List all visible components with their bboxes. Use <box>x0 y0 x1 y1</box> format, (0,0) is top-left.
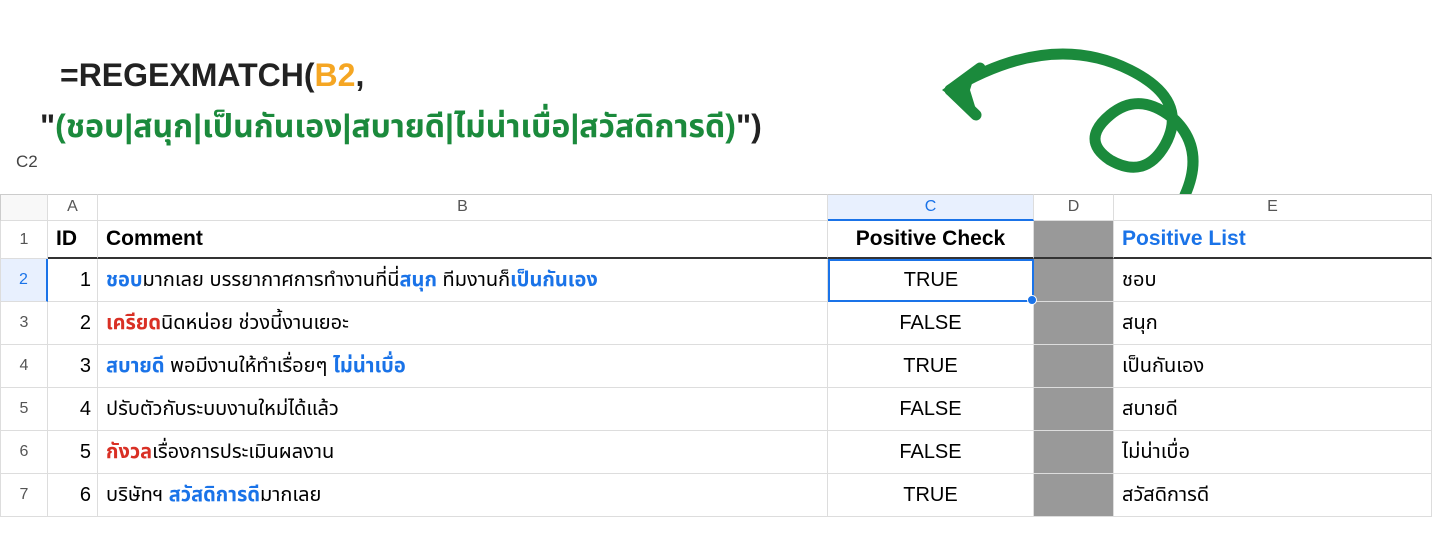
spreadsheet[interactable]: A B C D E 1 ID Comment Positive Check Po… <box>0 194 1432 517</box>
regex-pattern: (ชอบ|สนุก|เป็นกันเอง|สบายดี|ไม่น่าเบื่อ|… <box>55 101 736 152</box>
header-col-d[interactable] <box>1034 221 1114 259</box>
row-header[interactable]: 6 <box>0 431 48 474</box>
positive-word: ไม่น่าเบื่อ <box>333 351 406 381</box>
plain-text: มากเลย <box>260 480 321 510</box>
col-header-e[interactable]: E <box>1114 194 1432 221</box>
plain-text: บริษัทฯ <box>106 480 169 510</box>
close-paren: ) <box>751 101 762 152</box>
negative-word: กังวล <box>106 437 152 467</box>
cell-reference: B2 <box>315 50 356 101</box>
cell-id[interactable]: 4 <box>48 388 98 431</box>
positive-word: สนุก <box>400 265 437 295</box>
cell-positive-list[interactable]: สวัสดิการดี <box>1114 474 1432 517</box>
plain-text: มากเลย บรรยากาศการทำงานที่นี่ <box>143 265 400 295</box>
row-header[interactable]: 5 <box>0 388 48 431</box>
table-row: 76บริษัทฯ สวัสดิการดีมากเลยTRUEสวัสดิการ… <box>0 474 1432 517</box>
cell-col-d[interactable] <box>1034 259 1114 302</box>
open-quote: " <box>40 101 55 152</box>
cell-positive-check[interactable]: TRUE <box>828 345 1034 388</box>
formula-display: = REGEXMATCH( B2 , " (ชอบ|สนุก|เป็นกันเอ… <box>60 50 762 152</box>
cell-positive-list[interactable]: ไม่น่าเบื่อ <box>1114 431 1432 474</box>
row-header-1[interactable]: 1 <box>0 221 48 259</box>
row-header[interactable]: 3 <box>0 302 48 345</box>
positive-word: ชอบ <box>106 265 143 295</box>
cell-id[interactable]: 5 <box>48 431 98 474</box>
plain-text: พอมีงานให้ทำเรื่อยๆ <box>165 351 333 381</box>
cell-col-d[interactable] <box>1034 302 1114 345</box>
row-header[interactable]: 7 <box>0 474 48 517</box>
positive-word: สวัสดิการดี <box>169 480 260 510</box>
table-row: 43สบายดี พอมีงานให้ทำเรื่อยๆ ไม่น่าเบื่อ… <box>0 345 1432 388</box>
col-header-a[interactable]: A <box>48 194 98 221</box>
cell-id[interactable]: 3 <box>48 345 98 388</box>
cell-positive-list[interactable]: สนุก <box>1114 302 1432 345</box>
cell-comment[interactable]: ชอบมากเลย บรรยากาศการทำงานที่นี่สนุก ทีม… <box>98 259 828 302</box>
positive-word: สบายดี <box>106 351 165 381</box>
positive-word: เป็นกันเอง <box>510 265 598 295</box>
table-row: 65กังวลเรื่องการประเมินผลงานFALSEไม่น่าเ… <box>0 431 1432 474</box>
header-id[interactable]: ID <box>48 221 98 259</box>
col-header-b[interactable]: B <box>98 194 828 221</box>
cell-positive-check[interactable]: FALSE <box>828 302 1034 345</box>
cell-id[interactable]: 1 <box>48 259 98 302</box>
plain-text: ทีมงานก็ <box>437 265 510 295</box>
close-quote: " <box>736 101 751 152</box>
select-all-corner[interactable] <box>0 194 48 221</box>
header-positive-check[interactable]: Positive Check <box>828 221 1034 259</box>
col-header-d[interactable]: D <box>1034 194 1114 221</box>
plain-text: นิดหน่อย ช่วงนี้งานเยอะ <box>161 308 349 338</box>
row-header[interactable]: 4 <box>0 345 48 388</box>
table-row: 21ชอบมากเลย บรรยากาศการทำงานที่นี่สนุก ท… <box>0 259 1432 302</box>
header-row: 1 ID Comment Positive Check Positive Lis… <box>0 221 1432 259</box>
header-positive-list[interactable]: Positive List <box>1114 221 1432 259</box>
cell-positive-check[interactable]: TRUE <box>828 259 1034 302</box>
cell-id[interactable]: 6 <box>48 474 98 517</box>
cell-positive-list[interactable]: สบายดี <box>1114 388 1432 431</box>
cell-col-d[interactable] <box>1034 388 1114 431</box>
plain-text: ปรับตัวกับระบบงานใหม่ได้แล้ว <box>106 394 339 424</box>
curved-arrow-icon <box>930 20 1220 200</box>
table-row: 32เครียดนิดหน่อย ช่วงนี้งานเยอะFALSEสนุก <box>0 302 1432 345</box>
equals-sign: = <box>60 50 79 101</box>
cell-comment[interactable]: เครียดนิดหน่อย ช่วงนี้งานเยอะ <box>98 302 828 345</box>
cell-comment[interactable]: กังวลเรื่องการประเมินผลงาน <box>98 431 828 474</box>
cell-comment[interactable]: สบายดี พอมีงานให้ทำเรื่อยๆ ไม่น่าเบื่อ <box>98 345 828 388</box>
cell-col-d[interactable] <box>1034 431 1114 474</box>
function-name: REGEXMATCH( <box>79 50 315 101</box>
cell-col-d[interactable] <box>1034 345 1114 388</box>
table-row: 54 ปรับตัวกับระบบงานใหม่ได้แล้ว FALSE สบายด… <box>0 388 1432 431</box>
cell-positive-list[interactable]: เป็นกันเอง <box>1114 345 1432 388</box>
negative-word: เครียด <box>106 308 161 338</box>
cell-id[interactable]: 2 <box>48 302 98 345</box>
formula-line-1: = REGEXMATCH( B2 , <box>60 50 762 101</box>
cell-col-d[interactable] <box>1034 474 1114 517</box>
col-header-c[interactable]: C <box>828 194 1034 221</box>
formula-line-2: " (ชอบ|สนุก|เป็นกันเอง|สบายดี|ไม่น่าเบื่… <box>40 101 762 152</box>
cell-positive-check[interactable]: FALSE <box>828 431 1034 474</box>
name-box[interactable]: C2 <box>16 152 38 172</box>
column-headers-row: A B C D E <box>0 194 1432 221</box>
cell-comment[interactable]: บริษัทฯ สวัสดิการดีมากเลย <box>98 474 828 517</box>
cell-comment[interactable]: ปรับตัวกับระบบงานใหม่ได้แล้ว <box>98 388 828 431</box>
cell-positive-check[interactable]: FALSE <box>828 388 1034 431</box>
plain-text: เรื่องการประเมินผลงาน <box>152 437 334 467</box>
row-header[interactable]: 2 <box>0 259 48 302</box>
cell-positive-check[interactable]: TRUE <box>828 474 1034 517</box>
comma: , <box>355 50 364 101</box>
header-comment[interactable]: Comment <box>98 221 828 259</box>
cell-positive-list[interactable]: ชอบ <box>1114 259 1432 302</box>
